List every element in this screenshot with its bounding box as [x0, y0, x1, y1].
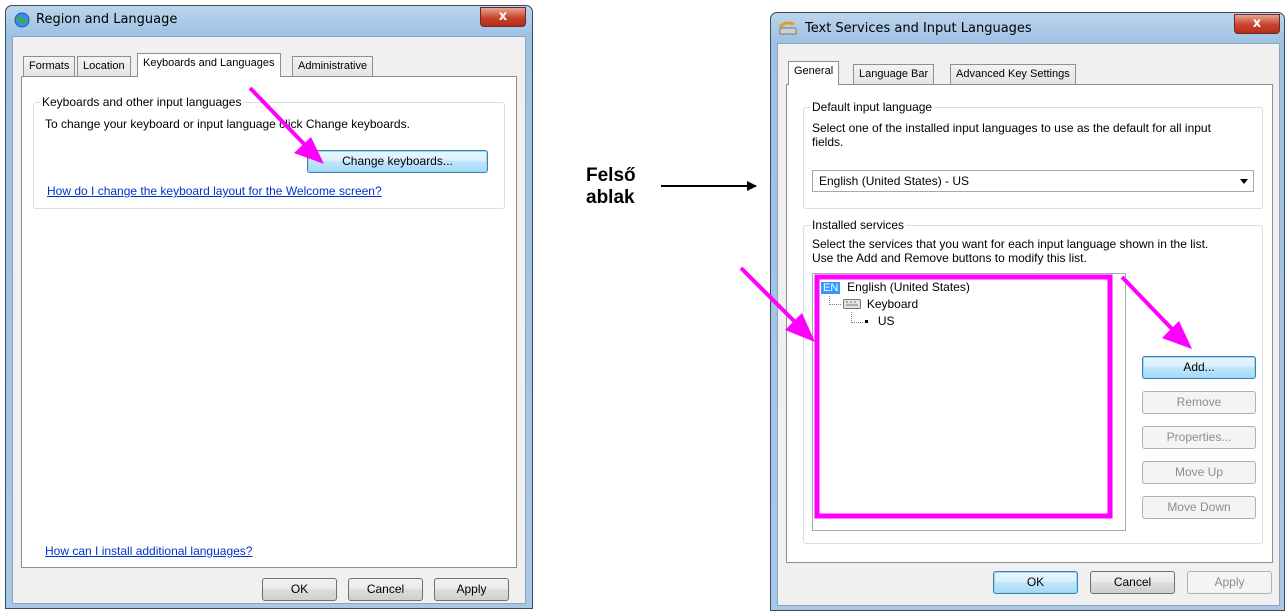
installed-services-groupbox: Installed services Select the services t…	[803, 218, 1263, 544]
chevron-down-icon[interactable]	[1240, 179, 1248, 184]
tab-keyboards-and-languages[interactable]: Keyboards and Languages	[137, 53, 281, 77]
dialog-client: Formats Location Keyboards and Languages…	[12, 36, 526, 604]
tree-item-us[interactable]: US	[865, 314, 895, 328]
selected-value: English (United States) - US	[819, 174, 970, 188]
close-button[interactable]: x	[1234, 14, 1280, 34]
default-language-groupbox: Default input language Select one of the…	[803, 100, 1263, 209]
installed-services-tree[interactable]: EN English (United States) Keyboard US	[812, 273, 1126, 531]
apply-button[interactable]: Apply	[434, 578, 509, 601]
close-button[interactable]: x	[480, 7, 526, 27]
keyboard-globe-icon	[778, 19, 797, 35]
install-languages-link[interactable]: How can I install additional languages?	[45, 544, 252, 558]
en-language-badge: EN	[821, 282, 841, 294]
window-title: Region and Language	[36, 12, 178, 27]
tree-label-us: US	[877, 314, 895, 328]
group-title: Default input language	[810, 100, 935, 114]
tab-administrative[interactable]: Administrative	[292, 56, 374, 77]
callout-label: Felső ablak	[586, 165, 636, 209]
tree-item-keyboard[interactable]: Keyboard	[843, 297, 918, 312]
tab-advanced-key-settings[interactable]: Advanced Key Settings	[950, 64, 1076, 85]
tree-label-keyboard: Keyboard	[866, 297, 919, 311]
tree-label-language: English (United States)	[847, 280, 970, 294]
group-title: Installed services	[810, 218, 907, 232]
ok-button[interactable]: OK	[262, 578, 337, 601]
tree-item-language[interactable]: EN English (United States)	[821, 280, 970, 294]
move-down-button[interactable]: Move Down	[1142, 496, 1256, 519]
properties-button[interactable]: Properties...	[1142, 426, 1256, 449]
description-line-2: fields.	[812, 135, 844, 149]
default-language-select[interactable]: English (United States) - US	[812, 170, 1254, 192]
cancel-button[interactable]: Cancel	[1090, 571, 1175, 594]
cancel-button[interactable]: Cancel	[348, 578, 423, 601]
tab-general[interactable]: General	[788, 61, 840, 85]
group-title: Keyboards and other input languages	[40, 95, 244, 109]
dialog-client: General Language Bar Advanced Key Settin…	[777, 43, 1280, 606]
tab-location[interactable]: Location	[77, 56, 131, 77]
keyboard-icon	[843, 297, 861, 312]
text-services-window: Text Services and Input Languages x Gene…	[770, 12, 1285, 611]
window-title: Text Services and Input Languages	[805, 21, 1032, 36]
region-language-window: Region and Language x Formats Location K…	[5, 5, 533, 609]
description-line-2: Use the Add and Remove buttons to modify…	[812, 251, 1087, 265]
title-bar[interactable]: Text Services and Input Languages x	[771, 13, 1284, 41]
tab-formats[interactable]: Formats	[23, 56, 76, 77]
apply-button[interactable]: Apply	[1187, 571, 1272, 594]
tab-language-bar[interactable]: Language Bar	[853, 64, 935, 85]
title-bar[interactable]: Region and Language x	[6, 6, 532, 34]
move-up-button[interactable]: Move Up	[1142, 461, 1256, 484]
callout-label-line-1: Felső	[586, 165, 636, 186]
remove-button[interactable]: Remove	[1142, 391, 1256, 414]
welcome-screen-help-link[interactable]: How do I change the keyboard layout for …	[47, 184, 382, 198]
tree-connector	[851, 312, 863, 323]
tree-connector	[829, 296, 841, 305]
tab-panel: Keyboards and other input languages To c…	[21, 76, 517, 568]
keyboards-groupbox: Keyboards and other input languages To c…	[33, 95, 505, 209]
callout-label-line-2: ablak	[586, 187, 635, 208]
change-keyboards-button[interactable]: Change keyboards...	[307, 150, 488, 173]
add-button[interactable]: Add...	[1142, 356, 1256, 379]
tab-panel: Default input language Select one of the…	[786, 84, 1273, 563]
ok-button[interactable]: OK	[993, 571, 1078, 594]
instruction-text: To change your keyboard or input languag…	[45, 117, 410, 131]
description-line-1: Select the services that you want for ea…	[812, 237, 1209, 251]
description-line-1: Select one of the installed input langua…	[812, 121, 1211, 135]
globe-icon	[14, 12, 30, 28]
bullet-icon	[865, 320, 868, 323]
